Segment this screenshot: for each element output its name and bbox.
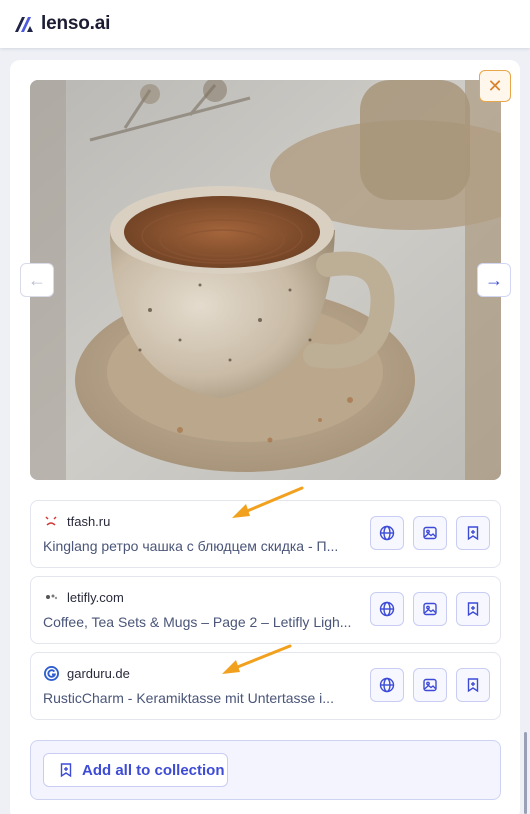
scrollbar[interactable] — [524, 732, 527, 814]
logo-text: lenso.ai — [41, 13, 111, 34]
globe-icon — [379, 677, 395, 693]
open-image-button[interactable] — [413, 592, 447, 626]
preview-image — [30, 80, 501, 480]
result-domain[interactable]: letifly.com — [67, 590, 124, 605]
result-card-2[interactable]: letifly.com Coffee, Tea Sets & Mugs – Pa… — [30, 576, 501, 644]
close-button[interactable]: ✕ — [479, 70, 511, 102]
add-all-label: Add all to collection — [82, 761, 225, 779]
open-image-button[interactable] — [413, 516, 447, 550]
bookmark-plus-icon — [467, 526, 479, 541]
top-bar: lenso.ai — [0, 0, 530, 48]
tfash-favicon-icon — [43, 513, 59, 529]
previous-image-button[interactable]: ← — [20, 263, 54, 297]
lenso-logo-icon — [15, 17, 33, 32]
add-to-collection-button[interactable] — [456, 592, 490, 626]
result-domain[interactable]: tfash.ru — [67, 514, 110, 529]
next-image-button[interactable]: → — [477, 263, 511, 297]
globe-icon — [379, 525, 395, 541]
add-all-to-collection-button[interactable]: Add all to collection — [43, 753, 228, 787]
result-title[interactable]: Coffee, Tea Sets & Mugs – Page 2 – Letif… — [43, 614, 361, 630]
letifly-favicon-icon — [43, 589, 59, 605]
bookmark-plus-icon — [467, 678, 479, 693]
globe-icon — [379, 601, 395, 617]
annotation-arrow-icon — [222, 644, 292, 674]
annotation-arrow-icon — [232, 486, 304, 518]
image-icon — [423, 526, 437, 540]
open-website-button[interactable] — [370, 592, 404, 626]
result-title[interactable]: Kinglang ретро чашка с блюдцем скидка - … — [43, 538, 361, 554]
add-to-collection-button[interactable] — [456, 668, 490, 702]
image-icon — [423, 602, 437, 616]
open-image-button[interactable] — [413, 668, 447, 702]
open-website-button[interactable] — [370, 668, 404, 702]
result-title[interactable]: RusticCharm - Keramiktasse mit Untertass… — [43, 690, 361, 706]
ceramic-cup-photo — [30, 80, 501, 480]
image-icon — [423, 678, 437, 692]
collection-section: Add all to collection — [30, 740, 501, 800]
garduru-favicon-icon — [43, 665, 59, 681]
open-website-button[interactable] — [370, 516, 404, 550]
bookmark-plus-icon — [60, 763, 72, 778]
bookmark-plus-icon — [467, 602, 479, 617]
add-to-collection-button[interactable] — [456, 516, 490, 550]
logo[interactable]: lenso.ai — [13, 13, 110, 35]
result-domain[interactable]: garduru.de — [67, 666, 130, 681]
